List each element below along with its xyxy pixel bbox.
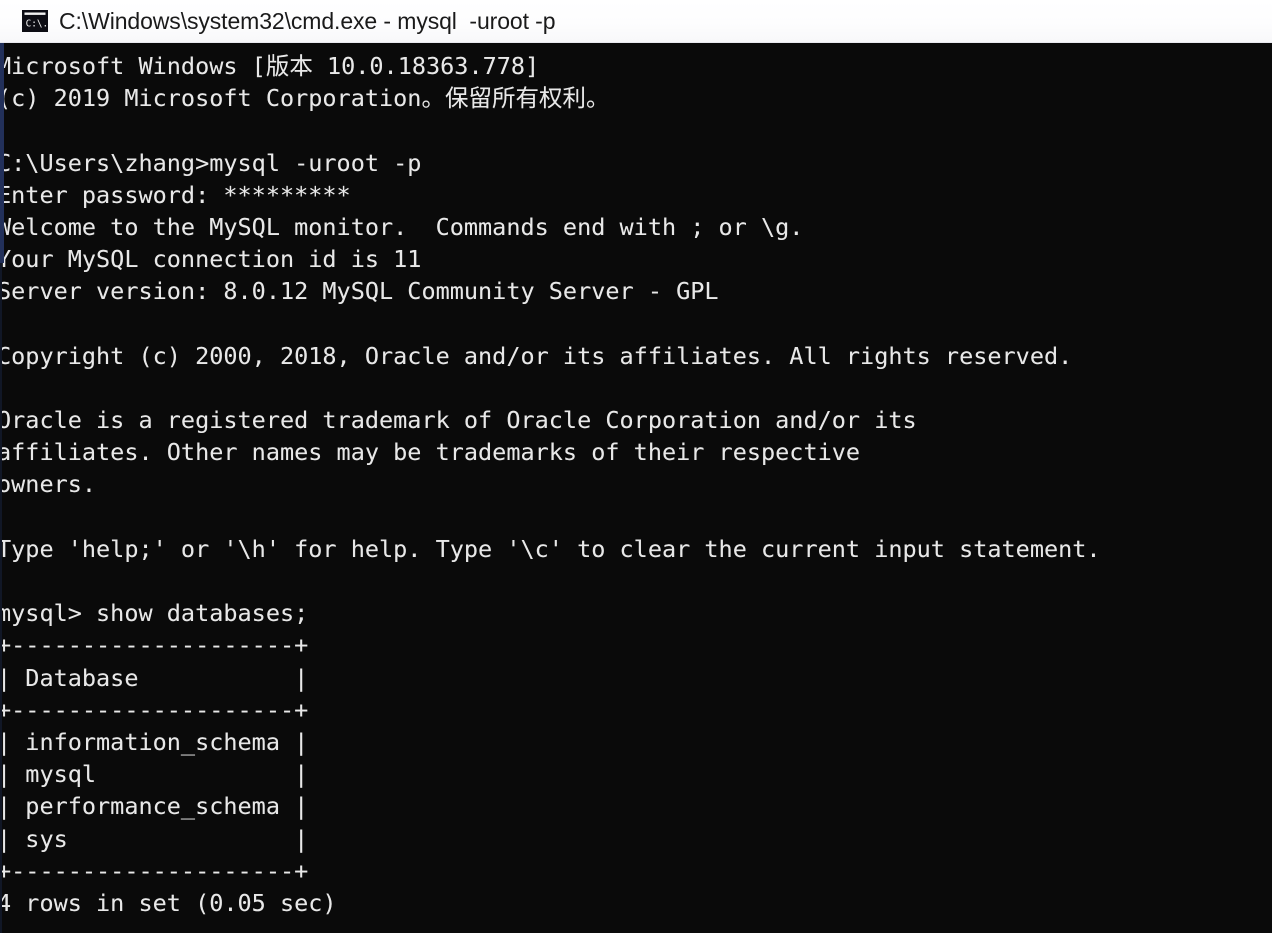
- table-row: | performance_schema |: [0, 792, 309, 821]
- table-border-mid: +--------------------+: [0, 695, 309, 724]
- result-status: 4 rows in set (0.05 sec): [0, 888, 337, 917]
- console-line: Your MySQL connection id is 11: [0, 245, 422, 274]
- console-line-password: Enter password: *********: [0, 180, 351, 209]
- console-lines: Microsoft Windows [版本 10.0.18363.778] (c…: [0, 50, 1272, 919]
- console-line-trademark: owners.: [0, 470, 97, 499]
- console-line-copyright: Copyright (c) 2000, 2018, Oracle and/or …: [0, 341, 1073, 370]
- table-row: | mysql |: [0, 760, 309, 789]
- cmd-window: C:\. C:\Windows\system32\cmd.exe - mysql…: [0, 0, 1272, 933]
- console-line: Microsoft Windows [版本 10.0.18363.778]: [0, 52, 540, 80]
- table-row: | sys |: [0, 824, 309, 853]
- console-line-prompt-command: C:\Users\zhang>mysql -uroot -p: [0, 148, 422, 177]
- table-row: | information_schema |: [0, 727, 309, 756]
- table-header-row: | Database |: [0, 663, 309, 692]
- console-line: (c) 2019 Microsoft Corporation。保留所有权利。: [0, 84, 610, 113]
- window-title: C:\Windows\system32\cmd.exe - mysql -uro…: [59, 7, 556, 34]
- console-line-trademark: affiliates. Other names may be trademark…: [0, 438, 861, 467]
- console-output-area[interactable]: Microsoft Windows [版本 10.0.18363.778] (c…: [0, 43, 1272, 933]
- table-border-bottom: +--------------------+: [0, 856, 309, 885]
- window-left-accent: [0, 43, 4, 263]
- console-line-help: Type 'help;' or '\h' for help. Type '\c'…: [0, 534, 1101, 563]
- cmd-console-icon: C:\.: [22, 10, 48, 32]
- console-line-mysql-prompt: mysql> show databases;: [0, 599, 309, 628]
- console-line: Welcome to the MySQL monitor. Commands e…: [0, 212, 804, 241]
- table-border-top: +--------------------+: [0, 631, 309, 660]
- window-titlebar[interactable]: C:\. C:\Windows\system32\cmd.exe - mysql…: [0, 0, 1272, 43]
- console-line-server-version: Server version: 8.0.12 MySQL Community S…: [0, 277, 719, 306]
- svg-text:C:\.: C:\.: [26, 19, 48, 30]
- console-line-trademark: Oracle is a registered trademark of Orac…: [0, 406, 917, 435]
